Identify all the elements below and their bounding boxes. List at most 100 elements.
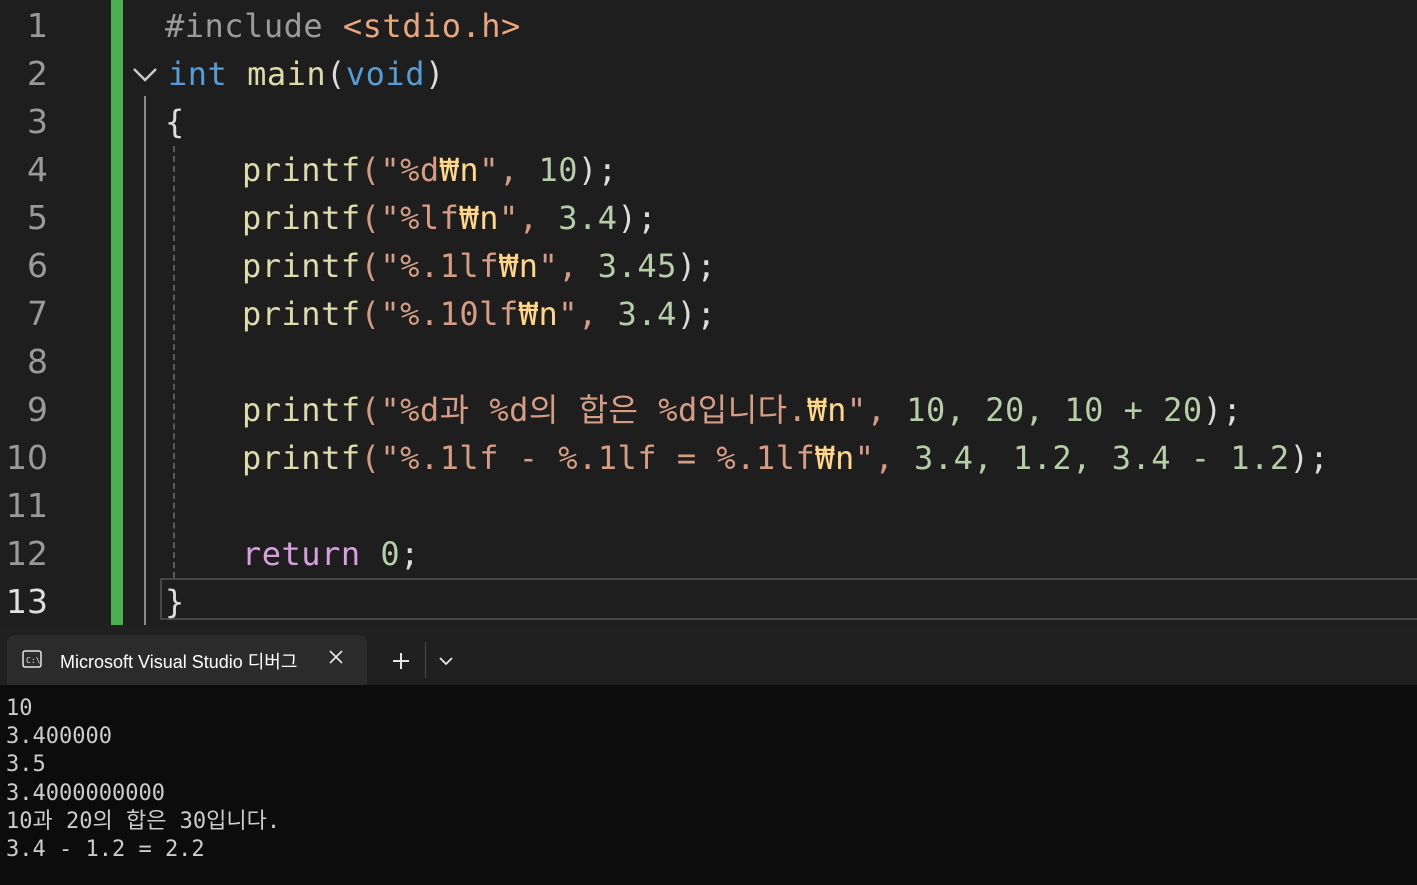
line-number: 10	[6, 438, 48, 477]
arguments: 10	[538, 151, 579, 189]
output-line: 3.5	[6, 752, 46, 778]
tab-title: Microsoft Visual Studio 디버그	[60, 652, 298, 672]
plus-icon	[393, 653, 409, 669]
tab-separator	[425, 642, 426, 678]
arguments: 3.4	[558, 199, 618, 237]
code-line-2[interactable]: int main(void)	[168, 50, 445, 98]
format-string: %.1lf	[400, 247, 499, 285]
change-indicator-bar	[111, 0, 123, 625]
code-line-10[interactable]: printf("%.1lf - %.1lf = %.1lf₩n", 3.4, 1…	[242, 434, 1329, 482]
string-open: ("	[360, 439, 401, 477]
return-value: 0	[380, 535, 401, 573]
escape-sequence: ₩n	[815, 439, 855, 477]
string-close: ",	[854, 439, 915, 477]
format-string: %.1lf - %.1lf = %.1lf	[400, 439, 816, 477]
statement-end: );	[1202, 391, 1243, 429]
console-output: 10 3.400000 3.5 3.4000000000 10과 20의 합은 30입니…	[6, 695, 280, 864]
console-icon: C:\	[22, 650, 42, 668]
line-number: 9	[27, 390, 48, 429]
statement-end: );	[1289, 439, 1330, 477]
line-number: 1	[27, 6, 48, 45]
close-icon[interactable]	[327, 648, 345, 666]
escape-sequence: ₩n	[459, 199, 499, 237]
code-line-6[interactable]: printf("%.1lf₩n", 3.45);	[242, 242, 716, 290]
debug-console[interactable]: C:\ Microsoft Visual Studio 디버그 10 3.4000…	[0, 625, 1417, 885]
open-brace: {	[165, 103, 185, 141]
function-call: printf	[242, 391, 361, 429]
string-open: ("	[360, 295, 401, 333]
format-string: %.10lf	[400, 295, 519, 333]
line-number: 3	[27, 102, 48, 141]
line-number: 4	[27, 150, 48, 189]
include-header: <stdio.h>	[342, 7, 521, 45]
string-open: ("	[360, 199, 401, 237]
code-line-1[interactable]: #include <stdio.h>	[165, 2, 521, 50]
terminal-tab[interactable]: C:\ Microsoft Visual Studio 디버그	[7, 635, 367, 685]
chevron-down-icon[interactable]	[432, 649, 460, 673]
line-number: 7	[27, 294, 48, 333]
string-close: ",	[498, 199, 559, 237]
escape-sequence: ₩n	[807, 391, 847, 429]
collapse-chevron-icon[interactable]	[130, 60, 160, 90]
code-line-3[interactable]: {	[165, 98, 185, 146]
code-line-9[interactable]: printf("%d과 %d의 합은 %d입니다.₩n", 10, 20, 10…	[242, 386, 1242, 434]
current-line-number: 13	[6, 582, 48, 621]
format-string: %d과 %d의 합은 %d입니다.	[400, 391, 808, 429]
line-number: 12	[6, 534, 48, 573]
code-line-12[interactable]: return 0;	[242, 530, 420, 578]
string-open: ("	[360, 151, 401, 189]
arguments: 3.45	[597, 247, 677, 285]
return-keyword: return	[242, 535, 361, 573]
string-close: ",	[538, 247, 598, 285]
statement-end: );	[676, 247, 717, 285]
line-number: 8	[27, 342, 48, 381]
code-editor[interactable]: 1 2 3 4 5 6 7 8 9 10 11 12 13 #include <…	[0, 0, 1417, 625]
output-line: 3.400000	[6, 724, 112, 750]
function-call: printf	[242, 295, 361, 333]
statement-end: ;	[400, 535, 420, 573]
current-line-highlight	[160, 578, 1417, 620]
function-call: printf	[242, 247, 361, 285]
function-call: printf	[242, 199, 361, 237]
new-tab-button[interactable]	[385, 645, 417, 677]
indent-guide	[173, 146, 175, 578]
statement-end: );	[578, 151, 618, 189]
terminal-tab-strip: C:\ Microsoft Visual Studio 디버그	[0, 625, 1417, 685]
line-number: 6	[27, 246, 48, 285]
statement-end: );	[617, 199, 658, 237]
line-number: 2	[27, 54, 48, 93]
escape-sequence: ₩n	[498, 247, 539, 285]
arguments: 3.4, 1.2, 3.4 - 1.2	[914, 439, 1290, 477]
string-close: ",	[558, 295, 618, 333]
paren-close: )	[424, 55, 445, 93]
escape-sequence: ₩n	[439, 151, 480, 189]
output-line: 3.4000000000	[6, 780, 165, 806]
escape-sequence: ₩n	[518, 295, 559, 333]
string-open: ("	[360, 247, 401, 285]
function-call: printf	[242, 439, 361, 477]
string-close: ",	[846, 391, 907, 429]
arguments: 3.4	[617, 295, 677, 333]
output-line: 10과 20의 합은 30입니다.	[6, 808, 281, 834]
format-string: %lf	[400, 199, 460, 237]
output-line: 3.4 - 1.2 = 2.2	[6, 837, 205, 863]
code-line-13[interactable]: }	[165, 578, 185, 625]
scope-guide-line	[144, 96, 146, 625]
param-type: void	[345, 55, 425, 93]
paren-open: (	[326, 55, 346, 93]
preprocessor-directive: #include	[165, 7, 324, 45]
function-call: printf	[242, 151, 361, 189]
code-line-4[interactable]: printf("%d₩n", 10);	[242, 146, 618, 194]
code-line-7[interactable]: printf("%.10lf₩n", 3.4);	[242, 290, 716, 338]
output-line: 10	[6, 696, 33, 721]
close-brace: }	[165, 583, 185, 621]
string-close: ",	[479, 151, 539, 189]
svg-text:C:\: C:\	[26, 656, 41, 665]
code-line-5[interactable]: printf("%lf₩n", 3.4);	[242, 194, 657, 242]
format-string: %d	[400, 151, 440, 189]
statement-end: );	[676, 295, 717, 333]
line-number: 5	[27, 198, 48, 237]
string-open: ("	[360, 391, 401, 429]
return-type: int	[168, 55, 228, 93]
line-number: 11	[6, 486, 48, 525]
